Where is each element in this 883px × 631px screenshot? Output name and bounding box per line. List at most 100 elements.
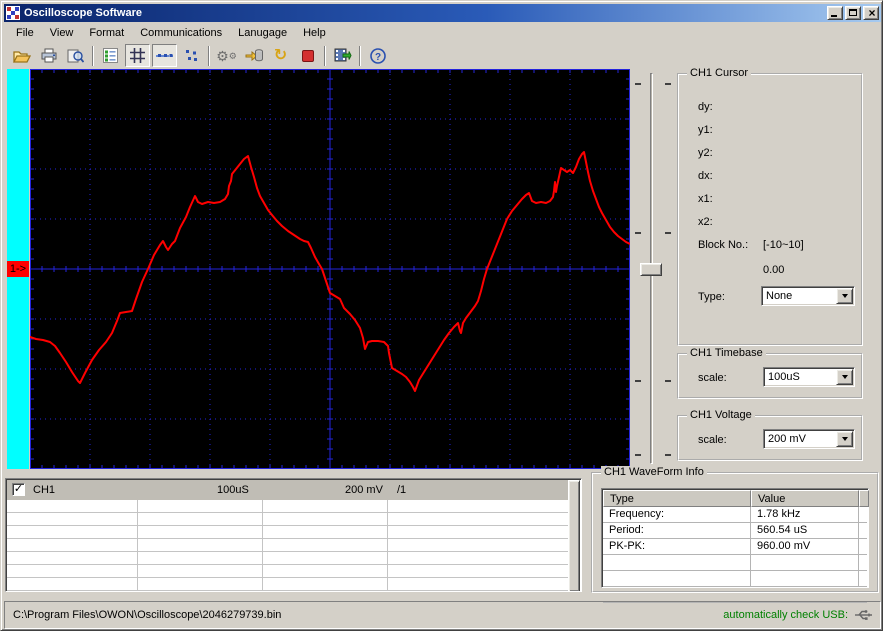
- grid-icon: [130, 48, 145, 63]
- channel-list-empty-rows: [7, 500, 570, 591]
- timebase-scale-label: scale:: [698, 372, 727, 384]
- chevron-down-icon: [841, 437, 848, 441]
- ch1-cursor-group: CH1 Cursor dy: y1: y2: dx: x1: x2: Block No.:…: [677, 67, 863, 346]
- refresh-button[interactable]: ↻: [268, 44, 293, 67]
- menu-lanugage[interactable]: Lanugage: [230, 25, 295, 41]
- cursor-field-label: y1:: [698, 124, 713, 136]
- cursor-type-label: Type:: [698, 291, 725, 303]
- info-value-cell: 560.54 uS: [757, 524, 808, 536]
- info-type-cell: Period:: [609, 524, 644, 536]
- window-title: Oscilloscope Software: [24, 7, 142, 19]
- stop-button[interactable]: [295, 44, 320, 67]
- channel-list: ✓ CH1 100uS 200 mV/1: [5, 478, 582, 592]
- ch1-enabled-checkbox[interactable]: ✓: [12, 483, 25, 496]
- info-value-cell: 1.78 kHz: [757, 508, 801, 520]
- settings-button[interactable]: ⚙⚙: [214, 44, 239, 67]
- print-button[interactable]: [36, 44, 61, 67]
- ch1-voltage-group: CH1 Voltage scale: 200 mV: [677, 409, 863, 461]
- info-column-header: Value: [751, 490, 859, 507]
- menu-view[interactable]: View: [42, 25, 82, 41]
- cursor-field-label: dy:: [698, 101, 713, 113]
- svg-text:?: ?: [374, 52, 380, 63]
- cursor-field-label: x1:: [698, 193, 713, 205]
- block-no-value: 0.00: [763, 264, 785, 276]
- status-usb-label: automatically check USB:: [723, 609, 848, 621]
- info-column-header: Type: [603, 490, 751, 507]
- slider-tick: [635, 232, 641, 234]
- ch1-waveform-info-group: CH1 WaveForm Info Type Value Frequency: 1.7…: [591, 466, 879, 603]
- scope-display: [30, 69, 630, 469]
- combo-dropdown-button[interactable]: [836, 431, 853, 447]
- menu-help[interactable]: Help: [295, 25, 334, 41]
- close-icon: ×: [868, 6, 876, 20]
- slider-tick: [635, 454, 641, 456]
- menu-format[interactable]: Format: [81, 25, 132, 41]
- checklist-icon: [103, 48, 118, 63]
- voltage-scale-label: scale:: [698, 434, 727, 446]
- stop-icon: [301, 49, 314, 62]
- film-export-icon: [334, 48, 352, 62]
- app-window: Oscilloscope Software × File View Format…: [0, 0, 883, 631]
- minimize-icon: [831, 15, 837, 17]
- cursor-field-label: x2:: [698, 216, 713, 228]
- help-button[interactable]: ?: [365, 44, 390, 67]
- toolbar-separator: [324, 45, 326, 66]
- status-file-path: C:\Program Files\OWON\Oscilloscope\20462…: [13, 609, 282, 621]
- vertical-position-slider-handle[interactable]: [640, 263, 662, 276]
- cursor-type-select[interactable]: None: [761, 286, 855, 306]
- ch1-timebase-group: CH1 Timebase scale: 100uS: [677, 347, 863, 399]
- maximize-icon: [849, 9, 857, 16]
- waveform-info-title: CH1 WaveForm Info: [601, 466, 707, 478]
- toolbar-separator: [92, 45, 94, 66]
- dots-line-toggle-button[interactable]: [152, 44, 177, 67]
- cursor-field-label: y2:: [698, 147, 713, 159]
- app-icon: [6, 6, 20, 20]
- open-folder-icon: [12, 50, 31, 63]
- minimize-button[interactable]: [827, 6, 843, 20]
- combo-dropdown-button[interactable]: [836, 288, 853, 304]
- info-type-cell: PK-PK:: [609, 540, 646, 552]
- refresh-icon: ↻: [273, 46, 288, 64]
- export-movie-button[interactable]: [330, 44, 355, 67]
- combo-dropdown-button[interactable]: [836, 369, 853, 385]
- slider-tick: [665, 380, 671, 382]
- points-icon: [186, 50, 197, 61]
- info-type-cell: Frequency:: [609, 508, 665, 520]
- print-preview-button[interactable]: [63, 44, 88, 67]
- close-button[interactable]: ×: [863, 6, 879, 20]
- channel1-position-marker[interactable]: 1->: [7, 261, 29, 277]
- timebase-scale-value: 100uS: [768, 371, 800, 383]
- info-value-cell: 960.00 mV: [757, 540, 811, 552]
- menu-communications[interactable]: Communications: [132, 25, 230, 41]
- chevron-down-icon: [841, 294, 848, 298]
- block-no-range: [-10~10]: [763, 239, 804, 251]
- channel-voltage-cell: 200 mV: [345, 484, 383, 496]
- grid-toggle-button[interactable]: [125, 44, 150, 67]
- ch1-timebase-title: CH1 Timebase: [687, 347, 766, 359]
- channel-properties-button[interactable]: [98, 44, 123, 67]
- import-data-button[interactable]: [241, 44, 266, 67]
- menu-file[interactable]: File: [8, 25, 42, 41]
- maximize-button[interactable]: [845, 6, 861, 20]
- channel-list-scrollbar[interactable]: [568, 480, 580, 591]
- cursor-type-value: None: [766, 290, 793, 302]
- slider-tick: [665, 232, 671, 234]
- slider-tick: [635, 380, 641, 382]
- cursor-fields: dy: y1: y2: dx: x1: x2:: [679, 97, 861, 235]
- menubar: File View Format Communications Lanugage…: [4, 24, 881, 42]
- dots-line-icon: [156, 53, 173, 57]
- channel-name-cell: CH1: [33, 484, 56, 496]
- voltage-scale-value: 200 mV: [768, 433, 806, 445]
- timebase-scale-select[interactable]: 100uS: [763, 367, 855, 387]
- channel-row-ch1[interactable]: ✓ CH1 100uS 200 mV/1: [7, 480, 570, 500]
- points-toggle-button[interactable]: [179, 44, 204, 67]
- slider-tick: [665, 83, 671, 85]
- voltage-scale-select[interactable]: 200 mV: [763, 429, 855, 449]
- open-file-button[interactable]: [9, 44, 34, 67]
- block-no-label: Block No.:: [698, 239, 749, 251]
- import-data-icon: [245, 49, 263, 62]
- statusbar: C:\Program Files\OWON\Oscilloscope\20462…: [4, 601, 881, 629]
- cursor-field-label: dx:: [698, 170, 713, 182]
- chevron-down-icon: [841, 375, 848, 379]
- toolbar-separator: [359, 45, 361, 66]
